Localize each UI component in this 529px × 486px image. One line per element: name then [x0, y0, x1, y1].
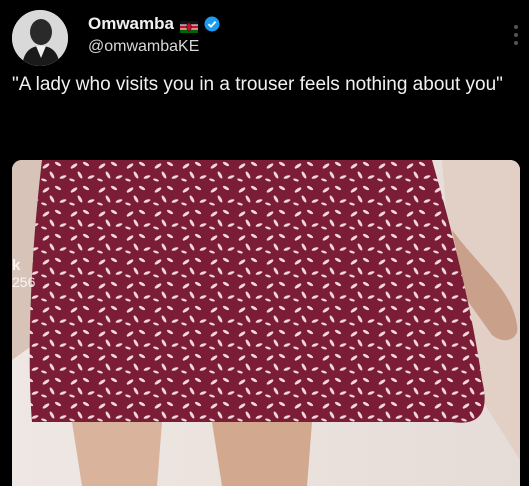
- kenya-flag-icon: [179, 18, 198, 33]
- media-image: [12, 160, 520, 486]
- display-name[interactable]: Omwamba: [88, 14, 174, 34]
- display-name-row: Omwamba: [88, 14, 220, 34]
- avatar[interactable]: [12, 10, 68, 66]
- watermark-letter: k: [12, 257, 21, 274]
- watermark-number: 256: [12, 274, 36, 290]
- avatar-image: [12, 10, 68, 66]
- more-options-icon[interactable]: [513, 24, 519, 46]
- verified-badge-icon: [204, 16, 220, 32]
- handle[interactable]: @omwambaKE: [88, 38, 199, 56]
- media-watermark: k 256: [12, 257, 36, 291]
- tweet-text: "A lady who visits you in a trouser feel…: [12, 74, 503, 95]
- tweet-media[interactable]: k 256: [12, 160, 520, 486]
